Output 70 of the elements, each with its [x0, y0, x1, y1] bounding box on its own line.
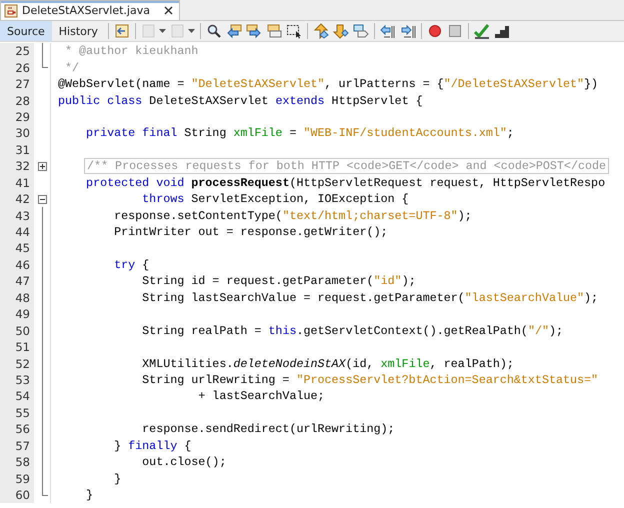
code-line: } — [113, 472, 122, 486]
right-arrow-icon — [246, 23, 262, 39]
down-arrow-icon — [332, 23, 349, 39]
code-line: @WebServlet(name = "DeleteStAXServlet", urlPatterns = {"/DeleteStAXServlet"}) — [58, 77, 598, 92]
collapse-icon[interactable] — [38, 194, 47, 204]
code-line: PrintWriter out = response.getWriter(); — [113, 225, 388, 240]
line-number: 58 — [0, 454, 34, 470]
expand-icon[interactable] — [38, 162, 47, 172]
code-line: out.close(); — [141, 455, 226, 470]
line-number: 57 — [0, 438, 34, 454]
toolbar-button[interactable] — [472, 21, 492, 41]
line-number: 54 — [0, 388, 34, 405]
code-line: response.sendRedirect(urlRewriting); — [141, 422, 395, 436]
line-number: 32 — [0, 158, 34, 174]
document-icon — [140, 23, 157, 39]
code-line: } — [85, 488, 94, 502]
line-number: 55 — [0, 404, 34, 422]
record-icon — [426, 23, 443, 39]
code-line: String realPath = this.getServletContext().getRealPath("/"); — [141, 324, 564, 338]
line-number: 49 — [0, 306, 34, 322]
file-tab[interactable]: DeleteStAXServlet.java — [0, 0, 180, 20]
line-number: 43 — [0, 207, 34, 224]
checkmark-icon — [474, 23, 490, 39]
left-arrow-lines-icon — [380, 23, 396, 39]
line-number: 48 — [0, 290, 34, 306]
line-number: 31 — [0, 142, 34, 158]
line-number: 51 — [0, 338, 34, 356]
line-number: 60 — [0, 486, 34, 504]
line-number: 53 — [0, 372, 34, 388]
code-line: } finally { — [113, 438, 192, 453]
line-number: 44 — [0, 224, 34, 240]
selection-cursor-icon — [286, 23, 302, 39]
code-line: protected void processRequest(HttpServletRequest request, HttpServletRespo — [85, 176, 606, 190]
right-arrow-lines-icon — [400, 23, 416, 39]
code-line: public class DeleteStAXServlet extends HttpServlet { — [58, 94, 423, 108]
line-number: 50 — [0, 322, 34, 339]
line-number: 26 — [0, 59, 34, 76]
line-number: 52 — [0, 355, 34, 372]
line-number: 46 — [0, 256, 34, 274]
code-line: throws ServletException, IOException { — [141, 192, 409, 206]
code-line: String id = request.getParameter("id"); — [141, 274, 416, 288]
up-arrow-icon — [312, 23, 329, 39]
line-number: 56 — [0, 421, 34, 438]
line-number: 59 — [0, 470, 34, 487]
line-number: 42 — [0, 190, 34, 208]
close-icon[interactable] — [164, 6, 173, 15]
line-number: 28 — [0, 92, 34, 109]
line-number: 47 — [0, 273, 34, 290]
code-line: XMLUtilities.deleteNodeinStAX(id, xmlFile, realPath); — [141, 356, 514, 371]
code-line: response.setContentType("text/html;charset=UTF-8"); — [113, 208, 472, 223]
view-tab[interactable]: History — [52, 21, 105, 41]
code-line: String urlRewriting = "ProcessServlet?btAction=Search&txtStatus=" — [141, 372, 598, 387]
document-icon — [170, 23, 186, 39]
folded-comment: /** Processes requests for both HTTP <code>GET</code> and <code>POST</code — [84, 158, 610, 174]
left-arrow-icon — [226, 23, 242, 39]
line-number: 30 — [0, 125, 34, 142]
line-number: 41 — [0, 174, 34, 191]
code-line: + lastSearchValue; — [197, 389, 325, 404]
code-comment: */ — [64, 60, 80, 75]
code-line: private final String xmlFile = "WEB-INF/studentAccounts.xml"; — [85, 126, 514, 140]
code-comment: * @author kieukhanh — [64, 44, 198, 58]
line-number: 29 — [0, 108, 34, 126]
code-line: try { — [113, 258, 150, 272]
line-number: 45 — [0, 240, 34, 257]
steps-icon — [494, 23, 510, 39]
line-number: 25 — [0, 43, 34, 60]
search-icon — [206, 23, 222, 39]
code-line: String lastSearchValue = request.getParameter("lastSearchValue"); — [141, 290, 598, 305]
line-number: 27 — [0, 76, 34, 92]
view-tab[interactable]: Source — [0, 21, 52, 41]
